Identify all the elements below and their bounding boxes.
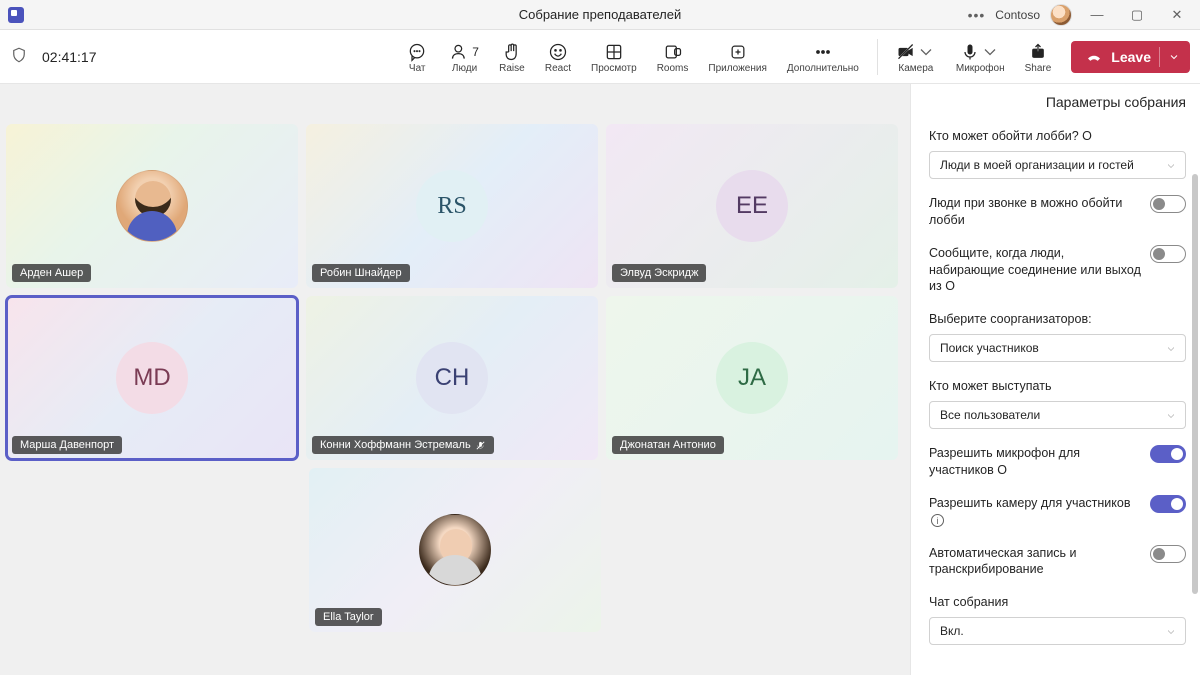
muted-icon — [475, 440, 486, 451]
coorganizers-select[interactable]: Поиск участников — [929, 334, 1186, 362]
window-title: Собрание преподавателей — [308, 7, 892, 22]
tenant-name: Contoso — [995, 8, 1040, 22]
participant-name: Робин Шнайдер — [312, 264, 410, 282]
user-avatar[interactable] — [1050, 4, 1072, 26]
rooms-icon — [663, 42, 683, 62]
info-icon[interactable]: i — [931, 514, 944, 527]
hangup-icon — [1085, 48, 1103, 66]
camera-off-icon — [896, 42, 936, 62]
participant-name: Конни Хоффманн Эстремаль — [312, 436, 494, 454]
allow-camera-toggle[interactable] — [1150, 495, 1186, 513]
bypass-lobby-select[interactable]: Люди в моей организации и гостей — [929, 151, 1186, 179]
minimize-button[interactable]: — — [1082, 7, 1112, 22]
participant-initials: EE — [716, 170, 788, 242]
dialin-bypass-label: Люди при звонке в можно обойти лобби — [929, 195, 1142, 229]
meeting-options-panel: Параметры собрания Кто может обойти лобб… — [910, 84, 1200, 675]
participant-initials: CH — [416, 342, 488, 414]
react-button[interactable]: React — [535, 40, 581, 74]
panel-title: Параметры собрания — [929, 94, 1186, 110]
auto-record-toggle[interactable] — [1150, 545, 1186, 563]
announce-label: Сообщите, когда люди, набирающие соедине… — [929, 245, 1142, 296]
chevron-down-icon — [1165, 626, 1175, 636]
hand-icon — [502, 42, 522, 62]
announce-toggle[interactable] — [1150, 245, 1186, 263]
presenters-label: Кто может выступать — [929, 378, 1186, 395]
participant-name: Ella Taylor — [315, 608, 382, 626]
scrollbar-thumb[interactable] — [1192, 174, 1198, 594]
allow-camera-label: Разрешить камеру для участниковi — [929, 495, 1142, 529]
leave-button[interactable]: Leave — [1071, 41, 1190, 73]
chevron-down-icon — [1165, 410, 1175, 420]
auto-record-label: Автоматическая запись и транскрибировани… — [929, 545, 1142, 579]
view-icon — [604, 42, 624, 62]
presenters-select[interactable]: Все пользователи — [929, 401, 1186, 429]
coorganizers-label: Выберите соорганизаторов: — [929, 311, 1186, 328]
leave-label: Leave — [1111, 49, 1151, 65]
video-stage: Арден Ашер RS Робин Шнайдер EE Элвуд Эск… — [0, 84, 910, 675]
ellipsis-icon — [813, 42, 833, 62]
participant-tile[interactable]: CH Конни Хоффманн Эстремаль — [306, 296, 598, 460]
meeting-toolbar: 02:41:17 Чат 7 Люди Raise React Просмотр… — [0, 30, 1200, 84]
participant-tile[interactable]: EE Элвуд Эскридж — [606, 124, 898, 288]
participant-name: Арден Ашер — [12, 264, 91, 282]
meeting-chat-label: Чат собрания — [929, 594, 1186, 611]
mic-button[interactable]: Микрофон — [946, 40, 1015, 74]
meeting-chat-select[interactable]: Вкл. — [929, 617, 1186, 645]
share-icon — [1028, 42, 1048, 62]
participant-name: Элвуд Эскридж — [612, 264, 706, 282]
participant-tile[interactable]: RS Робин Шнайдер — [306, 124, 598, 288]
share-button[interactable]: Share — [1015, 40, 1062, 74]
leave-chevron-icon[interactable] — [1159, 47, 1180, 67]
view-button[interactable]: Просмотр — [581, 40, 647, 74]
dialin-bypass-toggle[interactable] — [1150, 195, 1186, 213]
more-button[interactable]: Дополнительно — [777, 40, 869, 74]
close-button[interactable]: ✕ — [1162, 7, 1192, 23]
participant-initials: MD — [116, 342, 188, 414]
chevron-down-icon — [1165, 160, 1175, 170]
allow-mic-toggle[interactable] — [1150, 445, 1186, 463]
participant-tile-active[interactable]: MD Марша Давенпорт — [6, 296, 298, 460]
apps-button[interactable]: Приложения — [698, 40, 777, 74]
bypass-lobby-label: Кто может обойти лобби? О — [929, 128, 1186, 145]
participant-initials: RS — [416, 170, 488, 242]
allow-mic-label: Разрешить микрофон для участников О — [929, 445, 1142, 479]
toolbar-divider — [877, 39, 878, 75]
people-icon: 7 — [450, 42, 479, 62]
app-icon — [8, 7, 24, 23]
participant-name: Марша Давенпорт — [12, 436, 122, 454]
participant-tile[interactable]: Арден Ашер — [6, 124, 298, 288]
raise-hand-button[interactable]: Raise — [489, 40, 535, 74]
call-timer: 02:41:17 — [42, 49, 97, 65]
people-button[interactable]: 7 Люди — [440, 40, 489, 74]
rooms-button[interactable]: Rooms — [647, 40, 699, 74]
participant-photo — [116, 170, 188, 242]
maximize-button[interactable]: ▢ — [1122, 7, 1152, 23]
react-icon — [548, 42, 568, 62]
shield-icon[interactable] — [10, 45, 28, 68]
apps-icon — [728, 42, 748, 62]
participant-initials: JA — [716, 342, 788, 414]
more-icon[interactable]: ••• — [968, 7, 986, 23]
chat-button[interactable]: Чат — [394, 40, 440, 74]
chat-icon — [407, 42, 427, 62]
participant-tile[interactable]: Ella Taylor — [309, 468, 601, 632]
participant-tile[interactable]: JA Джонатан Антонио — [606, 296, 898, 460]
camera-button[interactable]: Камера — [886, 40, 946, 74]
participant-photo — [419, 514, 491, 586]
titlebar: Собрание преподавателей ••• Contoso — ▢ … — [0, 0, 1200, 30]
mic-icon — [960, 42, 1000, 62]
chevron-down-icon — [1165, 343, 1175, 353]
participant-name: Джонатан Антонио — [612, 436, 724, 454]
